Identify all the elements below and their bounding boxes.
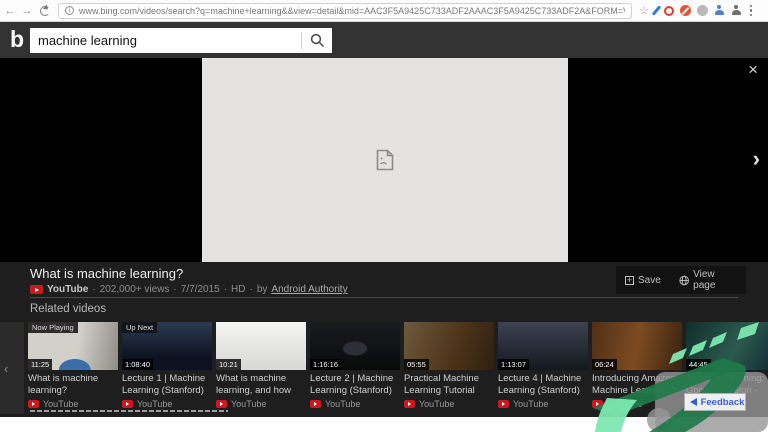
browser-toolbar: ← → i www.bing.com/videos/search?q=machi…	[0, 0, 768, 22]
publish-date: 7/7/2015	[181, 284, 220, 295]
related-videos-carousel: Now Playing 11:25 What is machine learni…	[28, 322, 768, 412]
eyedropper-extension-icon[interactable]	[652, 5, 661, 15]
related-video-card[interactable]: 10:21 What is machine learning, and how …	[216, 322, 306, 412]
duration-badge: 06:24	[592, 359, 617, 370]
related-video-title[interactable]: Introducing Amazon Machine Learning	[592, 373, 682, 396]
youtube-icon	[310, 400, 321, 408]
chevron-left-icon: ‹	[4, 361, 8, 376]
related-video-source: YouTube	[419, 399, 454, 409]
detail-panel: What is machine learning? YouTube · 202,…	[0, 262, 768, 417]
video-thumbnail[interactable]: 1:16:16	[310, 322, 400, 370]
address-bar[interactable]: i www.bing.com/videos/search?q=machine+l…	[58, 3, 632, 19]
search-button[interactable]	[302, 28, 332, 53]
page-footer	[0, 417, 768, 432]
duration-badge: 44:45	[686, 359, 711, 370]
video-thumbnail[interactable]: Up Next 1:08:40	[122, 322, 212, 370]
megaphone-icon	[686, 398, 697, 406]
refresh-icon[interactable]	[40, 6, 50, 16]
forward-icon[interactable]: →	[20, 5, 34, 17]
save-button[interactable]: + Save	[616, 266, 670, 294]
video-thumbnail[interactable]: Now Playing 11:25	[28, 322, 118, 370]
related-video-card[interactable]: 06:24 Introducing Amazon Machine Learnin…	[592, 322, 682, 412]
related-video-card[interactable]: 1:13:07 Lecture 4 | Machine Learning (St…	[498, 322, 588, 412]
close-icon[interactable]: ×	[748, 60, 758, 80]
youtube-icon	[122, 400, 133, 408]
bing-logo[interactable]: b	[10, 26, 24, 53]
search-box	[30, 28, 332, 53]
duration-badge: 1:16:16	[310, 359, 341, 370]
video-source: YouTube	[47, 284, 88, 295]
video-title: What is machine learning?	[30, 266, 183, 281]
save-plus-icon: +	[625, 276, 634, 285]
duration-badge: 1:13:07	[498, 359, 529, 370]
quality-badge: HD	[231, 284, 245, 295]
view-page-button[interactable]: View page	[670, 266, 746, 294]
related-video-card[interactable]: Up Next 1:08:40 Lecture 1 | Machine Lear…	[122, 322, 212, 412]
video-meta: YouTube · 202,000+ views · 7/7/2015 · HD…	[30, 284, 348, 295]
related-video-source: YouTube	[231, 399, 266, 409]
youtube-icon	[216, 400, 227, 408]
related-video-title[interactable]: Lecture 1 | Machine Learning (Stanford)	[122, 373, 212, 396]
related-video-title[interactable]: Lecture 4 | Machine Learning (Stanford)	[498, 373, 588, 396]
author-link[interactable]: Android Authority	[271, 284, 347, 295]
video-thumbnail[interactable]: 10:21	[216, 322, 306, 370]
related-videos-heading: Related videos	[30, 303, 106, 315]
youtube-icon	[28, 400, 39, 408]
video-player[interactable]: × ›	[0, 58, 768, 262]
youtube-icon	[30, 285, 43, 294]
back-icon[interactable]: ←	[3, 5, 17, 17]
feedback-button[interactable]: Feedback	[684, 393, 746, 411]
search-input[interactable]	[30, 33, 301, 48]
action-bar: + Save View page	[616, 266, 746, 294]
video-thumbnail[interactable]: 06:24	[592, 322, 682, 370]
section-divider	[30, 297, 738, 298]
blocker-extension-icon[interactable]	[680, 5, 691, 16]
page-info-icon[interactable]: i	[65, 6, 74, 15]
profile-gray-icon[interactable]	[731, 5, 742, 16]
broken-image-icon	[376, 149, 394, 171]
related-video-source: YouTube	[607, 399, 642, 409]
related-video-source: YouTube	[137, 399, 172, 409]
video-thumbnail[interactable]: 05:55	[404, 322, 494, 370]
related-video-card[interactable]: Now Playing 11:25 What is machine learni…	[28, 322, 118, 412]
youtube-icon	[498, 400, 509, 408]
duration-badge: 11:25	[28, 359, 52, 370]
related-video-source: YouTube	[43, 399, 78, 409]
view-count: 202,000+ views	[100, 284, 170, 295]
related-video-title[interactable]: What is machine learning?	[28, 373, 118, 396]
magnifier-icon	[310, 33, 325, 48]
browser-menu-icon[interactable]	[750, 5, 753, 17]
youtube-icon	[592, 400, 603, 408]
related-video-card[interactable]: 1:16:16 Lecture 2 | Machine Learning (St…	[310, 322, 400, 412]
related-video-title[interactable]: Lecture 2 | Machine Learning (Stanford)	[310, 373, 400, 396]
related-video-title[interactable]: Practical Machine Learning Tutorial with	[404, 373, 494, 396]
duration-badge: 05:55	[404, 359, 429, 370]
video-placeholder	[202, 58, 568, 262]
url-text[interactable]: www.bing.com/videos/search?q=machine+lea…	[79, 6, 625, 16]
by-label: by	[257, 284, 268, 295]
page: ← → i www.bing.com/videos/search?q=machi…	[0, 0, 768, 432]
opera-extension-icon[interactable]	[664, 6, 674, 16]
related-video-source: YouTube	[513, 399, 548, 409]
duration-badge: 10:21	[216, 359, 241, 370]
up-next-badge: Up Next	[122, 322, 157, 333]
globe-icon	[679, 275, 689, 286]
video-thumbnail[interactable]: 44:45	[686, 322, 768, 370]
duration-badge: 1:08:40	[122, 359, 153, 370]
bing-header: b	[0, 22, 768, 58]
related-video-title[interactable]: What is machine learning, and how does i…	[216, 373, 306, 396]
profile-blue-icon[interactable]	[714, 5, 725, 16]
now-playing-badge: Now Playing	[28, 322, 78, 333]
carousel-prev-button[interactable]: ‹	[0, 322, 24, 414]
next-video-icon[interactable]: ›	[753, 146, 760, 172]
video-thumbnail[interactable]: 1:13:07	[498, 322, 588, 370]
related-video-source: YouTube	[325, 399, 360, 409]
youtube-icon	[404, 400, 415, 408]
related-video-card[interactable]: 05:55 Practical Machine Learning Tutoria…	[404, 322, 494, 412]
carousel-scrollbar[interactable]	[30, 410, 228, 412]
gray-extension-icon[interactable]	[697, 5, 708, 16]
bookmark-star-icon[interactable]: ☆	[639, 4, 649, 17]
